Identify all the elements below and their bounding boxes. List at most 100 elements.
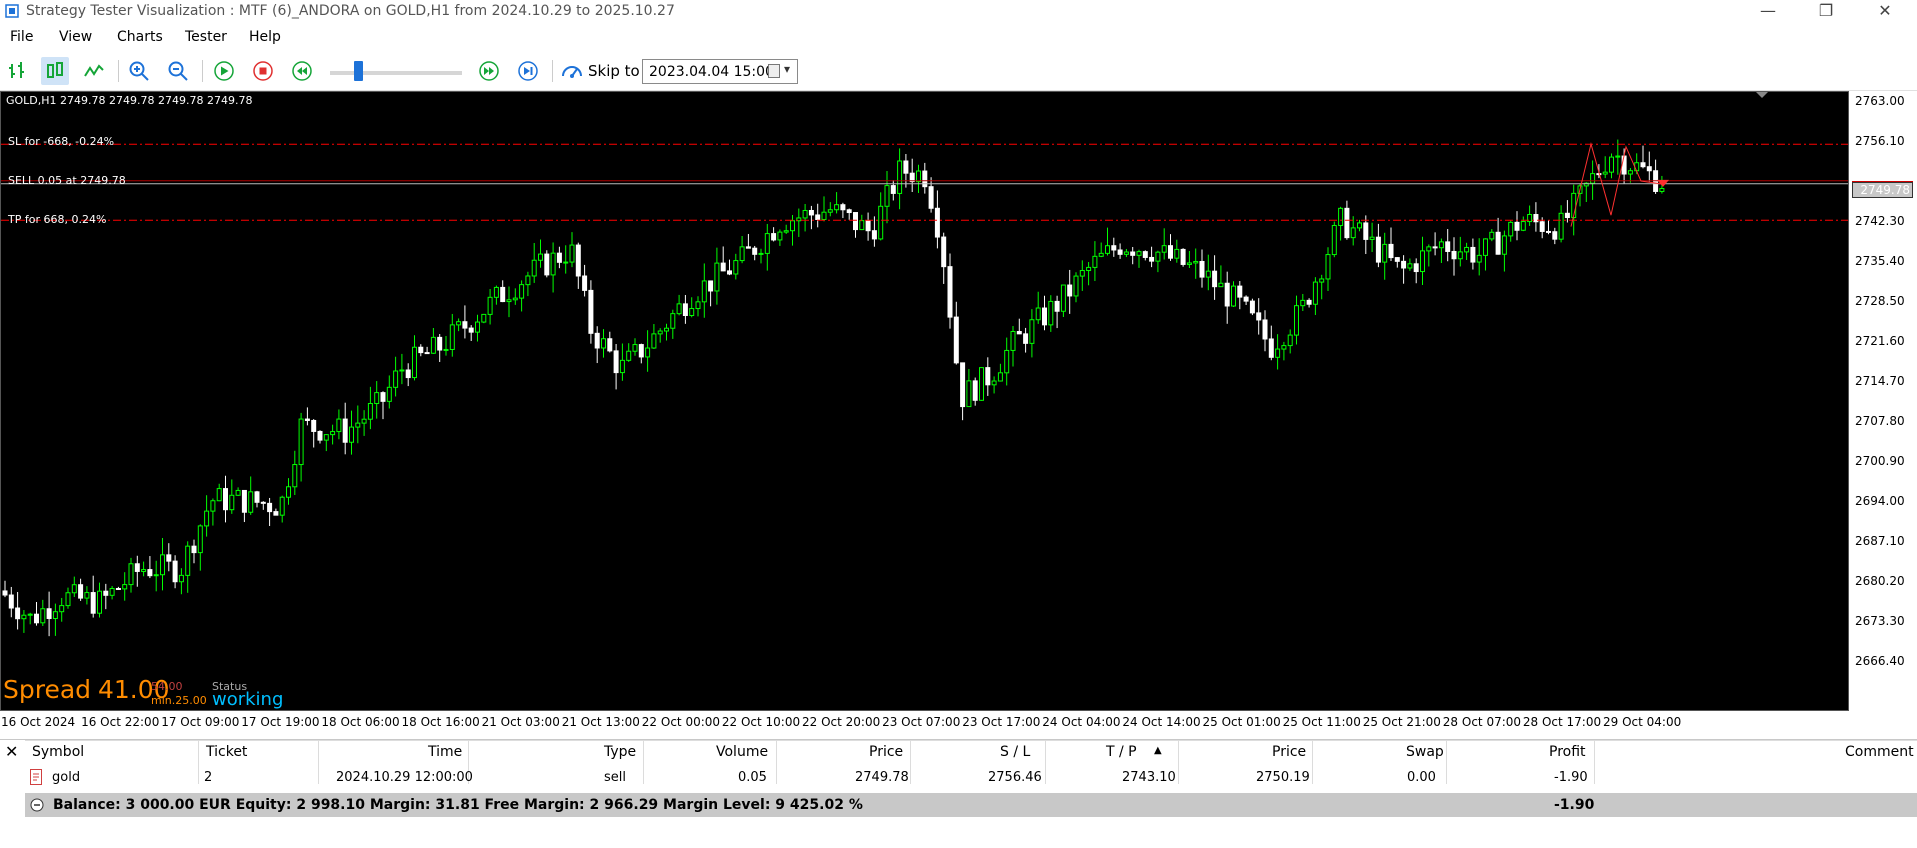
zoom-in-button[interactable] — [125, 57, 153, 85]
candle-body — [676, 303, 682, 315]
skip-to-button[interactable] — [558, 57, 586, 85]
candle-body — [493, 286, 499, 298]
candle-body — [298, 418, 304, 466]
candle-body — [235, 489, 241, 496]
zoom-out-icon — [168, 61, 188, 81]
candle-body — [1117, 249, 1123, 255]
stop-button[interactable] — [249, 57, 277, 85]
menu-file[interactable]: File — [10, 29, 33, 45]
header-current-price[interactable]: Price — [1272, 744, 1306, 760]
candle-body — [52, 611, 58, 619]
column-separator — [776, 740, 777, 784]
header-sl[interactable]: S / L — [1000, 744, 1030, 760]
menu-charts[interactable]: Charts — [117, 29, 163, 45]
header-price[interactable]: Price — [869, 744, 903, 760]
header-time[interactable]: Time — [428, 744, 462, 760]
cell-swap: 0.00 — [1407, 770, 1436, 785]
fast-forward-button[interactable] — [475, 57, 503, 85]
close-panel-icon[interactable]: ✕ — [5, 742, 18, 761]
candle-body — [273, 511, 279, 516]
candle-body — [1243, 296, 1249, 302]
header-swap[interactable]: Swap — [1406, 744, 1444, 760]
candle-body — [1180, 248, 1186, 265]
candle-body — [1079, 270, 1085, 277]
minimize-button[interactable]: — — [1745, 0, 1791, 24]
header-profit[interactable]: Profit — [1549, 744, 1586, 760]
speed-slider-thumb[interactable] — [354, 61, 363, 81]
price-tick-label: 2673.30 — [1855, 614, 1905, 628]
candle-body — [1275, 348, 1281, 358]
menu-view[interactable]: View — [59, 29, 92, 45]
candle-body — [1338, 207, 1344, 226]
candle-body — [349, 426, 354, 443]
candlestick-button[interactable] — [41, 57, 69, 85]
line-chart-button[interactable] — [80, 57, 108, 85]
candle-body — [449, 324, 455, 350]
menu-tester[interactable]: Tester — [185, 29, 227, 45]
calendar-icon[interactable] — [768, 64, 780, 78]
candle-body — [160, 554, 165, 576]
candle-body — [790, 220, 795, 232]
candle-body — [626, 350, 632, 361]
candle-body — [1193, 260, 1199, 264]
candle-body — [619, 359, 625, 374]
step-forward-button[interactable] — [514, 57, 542, 85]
chevron-down-icon[interactable]: ▾ — [784, 62, 790, 76]
header-tp[interactable]: T / P — [1106, 744, 1137, 760]
price-tick-label: 2666.40 — [1855, 654, 1905, 668]
candle-body — [575, 244, 581, 277]
restore-button[interactable]: ❐ — [1803, 0, 1849, 24]
candle-body — [336, 418, 342, 433]
price-tick-label: 2742.30 — [1855, 214, 1905, 228]
candle-body — [1627, 170, 1633, 175]
candle-body — [462, 321, 468, 329]
speed-slider-track[interactable] — [330, 71, 462, 75]
header-ticket[interactable]: Ticket — [206, 744, 247, 760]
candle-body — [1123, 251, 1129, 255]
toolbar — [0, 52, 1917, 91]
header-comment[interactable]: Comment — [1845, 744, 1914, 760]
rewind-button[interactable] — [288, 57, 316, 85]
candle-body — [1646, 166, 1652, 172]
candle-body — [223, 488, 228, 511]
candle-body — [1281, 345, 1287, 350]
close-window-button[interactable]: ✕ — [1862, 0, 1908, 24]
candle-body — [632, 344, 638, 352]
candle-body — [1350, 227, 1356, 239]
candle-body — [985, 367, 991, 386]
time-tick-label: 23 Oct 17:00 — [962, 715, 1041, 729]
candle-body — [897, 160, 903, 194]
menu-help[interactable]: Help — [249, 29, 281, 45]
collapse-icon[interactable] — [30, 798, 44, 812]
candle-body — [1205, 270, 1211, 278]
candle-body — [279, 496, 285, 516]
step-forward-icon — [518, 61, 538, 81]
header-type[interactable]: Type — [604, 744, 636, 760]
header-symbol[interactable]: Symbol — [32, 744, 84, 760]
candle-body — [1495, 231, 1501, 255]
candle-body — [1256, 312, 1262, 321]
bar-chart-button[interactable] — [4, 57, 32, 85]
candle-body — [979, 367, 984, 401]
candle-body — [821, 211, 827, 220]
candle-body — [865, 220, 871, 232]
chart-canvas — [1, 92, 1848, 637]
column-separator — [1312, 740, 1313, 784]
zoom-out-button[interactable] — [164, 57, 192, 85]
price-tick-label: 2680.20 — [1855, 574, 1905, 588]
candle-body — [1023, 333, 1029, 344]
skip-date-picker[interactable]: 2023.04.04 15:00 ▾ — [642, 59, 798, 84]
candle-body — [424, 352, 430, 355]
candle-body — [1325, 254, 1331, 280]
candle-body — [1464, 246, 1470, 253]
price-chart[interactable]: GOLD,H1 2749.78 2749.78 2749.78 2749.78 … — [0, 91, 1849, 711]
time-tick-label: 25 Oct 11:00 — [1282, 715, 1361, 729]
header-volume[interactable]: Volume — [716, 744, 768, 760]
candle-body — [1042, 307, 1047, 326]
candle-body — [1457, 251, 1463, 260]
time-tick-label: 17 Oct 09:00 — [161, 715, 240, 729]
balance-summary: Balance: 3 000.00 EUR Equity: 2 998.10 M… — [53, 797, 863, 813]
play-button[interactable] — [210, 57, 238, 85]
column-separator — [1594, 740, 1595, 784]
candle-body — [846, 209, 852, 214]
